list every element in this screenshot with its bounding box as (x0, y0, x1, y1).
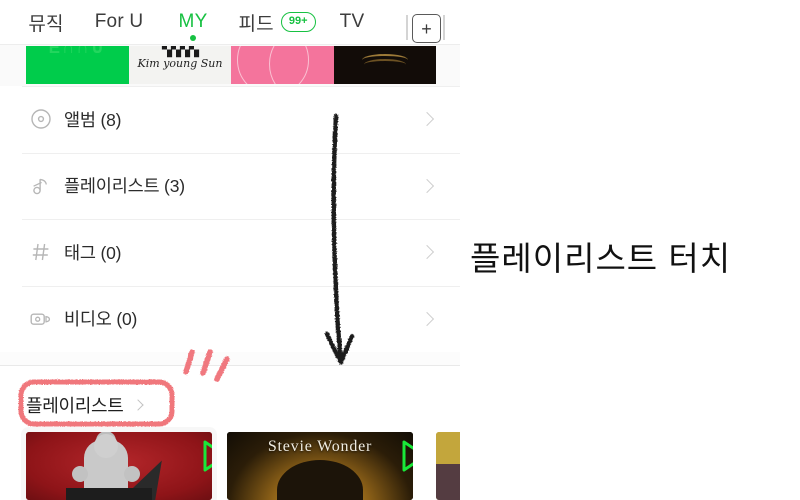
tab-feed-label: 피드 (238, 13, 274, 35)
album-thumbnail-green-text: E∩∩∪ (48, 46, 107, 57)
chevron-right-icon (131, 399, 144, 411)
card-artwork-top-band (436, 432, 460, 464)
row-divider (22, 285, 460, 287)
menu-row-video-label: 비디오 (0) (64, 309, 138, 330)
chevron-right-icon (419, 178, 435, 193)
playlist-section-header-label: 플레이리스트 (26, 396, 124, 416)
album-thumbnail-artist-name: Kim young Sun (137, 57, 223, 70)
top-tab-bar: 뮤직 For U MY 피드 99+ TV + (0, 0, 460, 44)
tab-music[interactable]: 뮤직 (22, 0, 70, 44)
tab-tv-label: TV (339, 11, 365, 32)
card-artwork-head (94, 434, 118, 458)
chevron-right-icon (419, 112, 435, 127)
album-thumbnail-strip: E∩∩∪ ▚▚▚▚ Kim young Sun (0, 44, 460, 86)
album-thumbnail-pink[interactable] (231, 46, 334, 84)
album-thumbnail-green[interactable]: E∩∩∪ (26, 46, 129, 84)
playlist-card-stevie-wonder[interactable]: Stevie Wonder (227, 432, 413, 500)
playlist-card-carousel: Stevie Wonder (0, 432, 460, 500)
row-divider (22, 219, 460, 220)
tab-my-active-dot (190, 35, 196, 41)
tab-for-u[interactable]: For U (86, 0, 152, 44)
play-icon[interactable] (174, 440, 212, 472)
disc-icon (28, 106, 54, 132)
menu-row-playlist[interactable]: 플레이리스트 (3) (0, 152, 460, 219)
tab-my-label: MY (178, 11, 208, 32)
tab-for-u-label: For U (94, 11, 144, 32)
tab-music-label: 뮤직 (28, 13, 64, 35)
card-artwork-bottom-band (436, 464, 460, 500)
menu-row-album[interactable]: 앨범 (8) (0, 86, 460, 153)
menu-row-tag-label: 태그 (0) (64, 242, 122, 263)
add-button-left-rail (406, 15, 408, 40)
chevron-right-icon (419, 245, 435, 260)
hash-icon (28, 239, 54, 265)
plus-icon: + (421, 18, 432, 39)
chevron-right-icon (419, 311, 435, 326)
menu-row-video[interactable]: 비디오 (0) (0, 285, 460, 352)
card-artwork-arm-left (72, 466, 88, 482)
add-button-right-rail (443, 15, 445, 40)
album-thumbnail-dark[interactable] (334, 46, 436, 84)
feed-unread-badge: 99+ (280, 12, 316, 32)
tab-tv[interactable]: TV (332, 0, 372, 44)
music-note-icon (28, 173, 54, 199)
menu-row-playlist-label: 플레이리스트 (3) (64, 176, 185, 197)
playlist-card-third[interactable] (436, 432, 460, 500)
video-camera-icon (28, 306, 54, 332)
library-menu-list: 앨범 (8) 플레이리스트 (3) 태그 (0) 비디오 (0) (0, 86, 460, 352)
pink-arc-decoration-2 (269, 46, 334, 84)
play-icon[interactable] (373, 440, 413, 472)
app-content-column: 뮤직 For U MY 피드 99+ TV + E∩∩∪ ▚▚▚▚ Kim yo… (0, 0, 460, 500)
menu-row-album-label: 앨범 (8) (64, 109, 122, 130)
tab-my[interactable]: MY (168, 0, 218, 44)
instruction-caption: 플레이리스트 터치 (470, 240, 732, 277)
row-divider (22, 86, 460, 87)
menu-row-tag[interactable]: 태그 (0) (0, 219, 460, 286)
section-gap (0, 352, 460, 366)
strip-top-divider (0, 44, 460, 45)
album-thumbnail-white[interactable]: ▚▚▚▚ Kim young Sun (129, 46, 231, 84)
playlist-card-tinman[interactable] (26, 432, 212, 500)
playlist-section-header[interactable]: 플레이리스트 (26, 392, 144, 418)
section-divider (0, 365, 460, 366)
tab-feed[interactable]: 피드 99+ (234, 0, 320, 44)
add-button[interactable]: + (412, 14, 441, 43)
card-artwork-base (66, 488, 152, 500)
dark-thumbnail-streak-2 (364, 59, 406, 70)
row-divider (22, 152, 460, 154)
